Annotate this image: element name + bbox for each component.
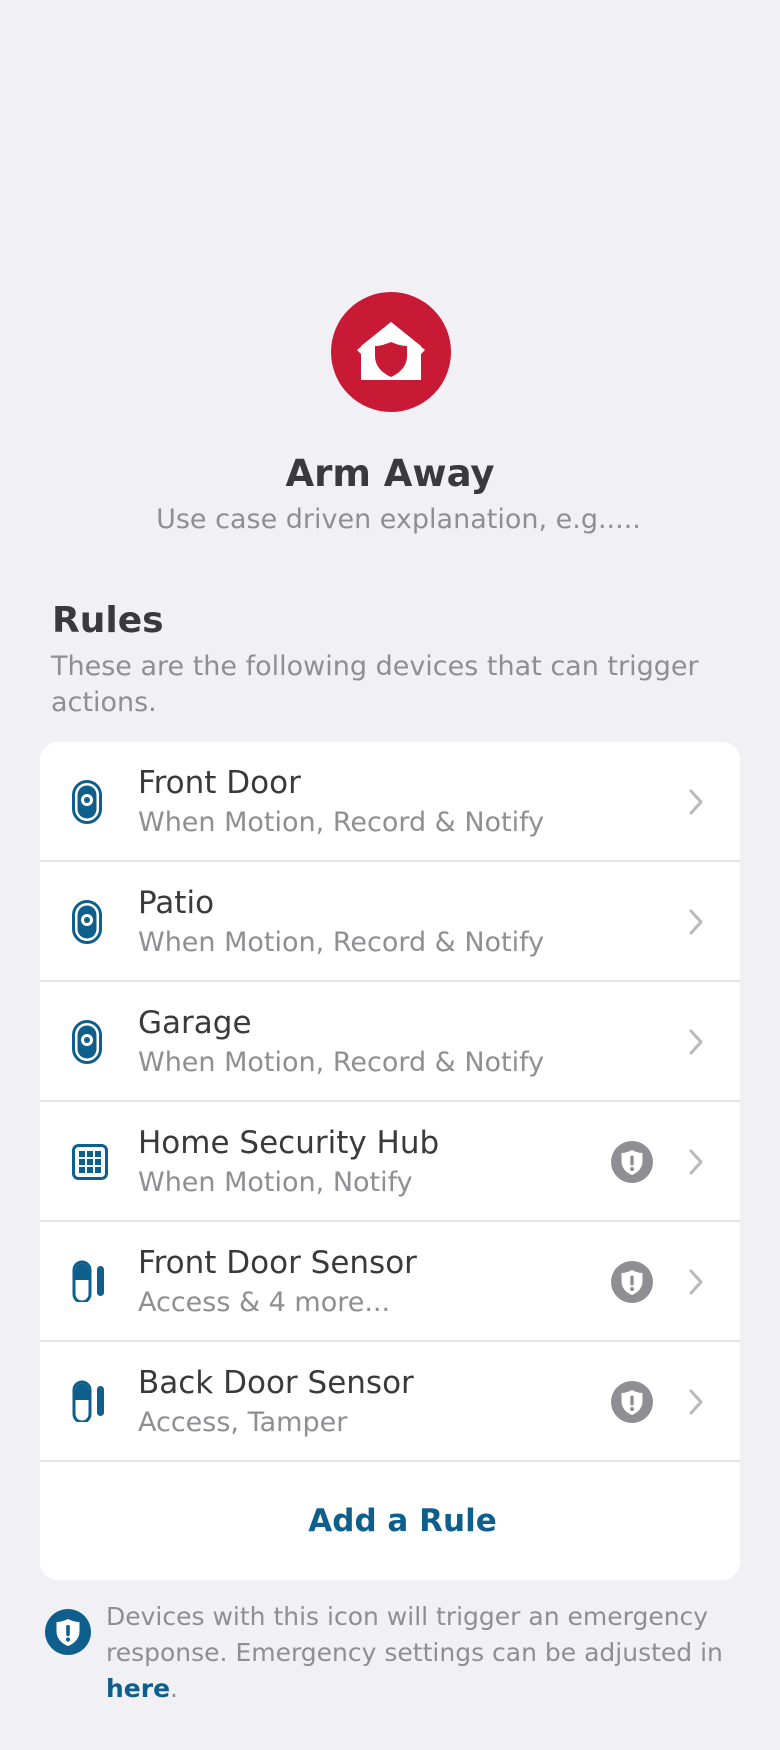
rule-name: Patio [138,885,215,921]
rule-row-garage[interactable]: Garage When Motion, Record & Notify [40,982,740,1102]
rule-row-back-door-sensor[interactable]: Back Door Sensor Access, Tamper [40,1342,740,1462]
rule-detail: Access & 4 more... [138,1287,391,1318]
rule-name: Front Door Sensor [138,1245,417,1281]
rule-row-home-security-hub[interactable]: Home Security Hub When Motion, Notify [40,1102,740,1222]
arm-away-mode-icon [331,292,451,412]
mode-subtitle: Use case driven explanation, e.g..... [156,504,641,535]
rule-row-front-door-sensor[interactable]: Front Door Sensor Access & 4 more... [40,1222,740,1342]
emergency-shield-icon [611,1261,653,1303]
rule-detail: When Motion, Record & Notify [138,807,545,838]
chevron-right-icon [689,1149,703,1175]
camera-icon [72,1020,102,1064]
rule-detail: Access, Tamper [138,1407,348,1438]
footnote-period: . [170,1674,178,1703]
home-shield-icon [357,322,425,380]
rules-heading: Rules [52,600,164,641]
rule-name: Back Door Sensor [138,1365,414,1401]
keypad-icon [72,1140,108,1184]
chevron-right-icon [689,909,703,935]
emergency-settings-link[interactable]: here [106,1674,170,1703]
rule-row-patio[interactable]: Patio When Motion, Record & Notify [40,862,740,982]
rule-name: Garage [138,1005,252,1041]
rule-detail: When Motion, Record & Notify [138,927,545,958]
mode-title: Arm Away [285,452,495,495]
footnote-text: Devices with this icon will trigger an e… [106,1602,723,1667]
rules-list: Front Door When Motion, Record & Notify … [40,742,740,1580]
chevron-right-icon [689,1389,703,1415]
rule-detail: When Motion, Record & Notify [138,1047,545,1078]
contact-sensor-icon [72,1380,106,1424]
chevron-right-icon [689,1269,703,1295]
add-rule-button[interactable]: Add a Rule [40,1462,740,1580]
emergency-footnote: Devices with this icon will trigger an e… [106,1599,756,1707]
camera-icon [72,780,102,824]
rule-row-front-door[interactable]: Front Door When Motion, Record & Notify [40,742,740,862]
chevron-right-icon [689,789,703,815]
contact-sensor-icon [72,1260,106,1304]
rule-detail: When Motion, Notify [138,1167,413,1198]
chevron-right-icon [689,1029,703,1055]
emergency-shield-icon [611,1141,653,1183]
rules-description: These are the following devices that can… [51,651,699,718]
emergency-shield-icon [45,1609,91,1655]
rule-name: Front Door [138,765,301,801]
camera-icon [72,900,102,944]
rule-name: Home Security Hub [138,1125,440,1161]
emergency-shield-icon [611,1381,653,1423]
